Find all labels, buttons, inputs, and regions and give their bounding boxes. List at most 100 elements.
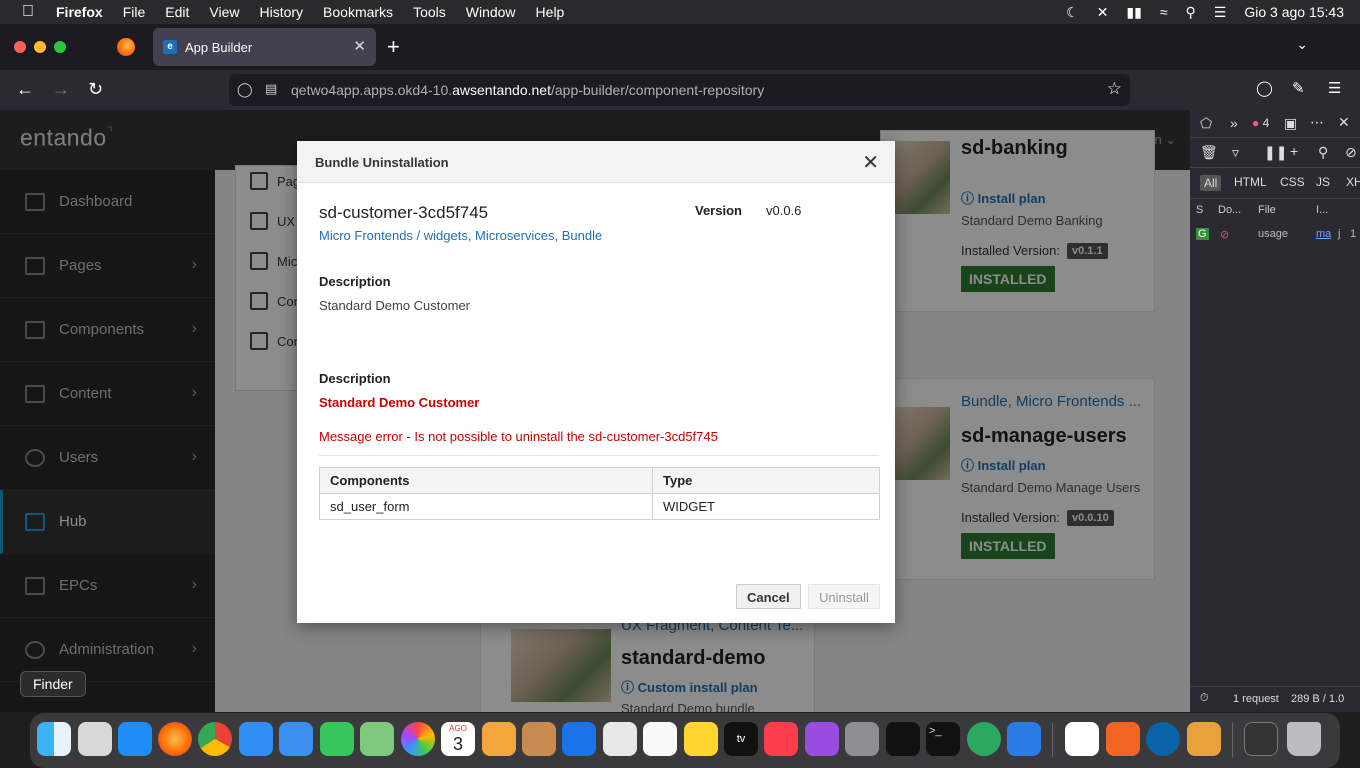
filter-icon[interactable]: ▿: [1232, 144, 1239, 161]
atom-icon[interactable]: [967, 722, 1001, 756]
uninstall-button[interactable]: Uninstall: [808, 584, 880, 609]
hamburger-menu-icon[interactable]: ☰: [1328, 79, 1341, 97]
calculator-icon[interactable]: [482, 722, 516, 756]
menu-view[interactable]: View: [209, 4, 239, 20]
menu-history[interactable]: History: [259, 4, 303, 20]
wifi-icon[interactable]: ≈: [1160, 4, 1168, 20]
quicktime-icon[interactable]: [1146, 722, 1180, 756]
firefox-view-icon[interactable]: [117, 38, 135, 56]
menu-tools[interactable]: Tools: [413, 4, 446, 20]
terminal-icon[interactable]: >_: [926, 722, 960, 756]
extensions-icon[interactable]: ✎: [1292, 79, 1305, 97]
error-count-icon[interactable]: ● 4: [1252, 116, 1269, 130]
apple-tv-icon[interactable]: tv: [724, 722, 758, 756]
table-row: sd_user_form WIDGET: [319, 493, 880, 520]
textedit-icon[interactable]: [603, 722, 637, 756]
notes-icon[interactable]: [684, 722, 718, 756]
block-icon[interactable]: ⊘: [1345, 144, 1357, 161]
podcasts-icon[interactable]: [805, 722, 839, 756]
firefox-icon[interactable]: [158, 722, 192, 756]
column-header-file[interactable]: File: [1258, 204, 1276, 216]
close-devtools-icon[interactable]: ✕: [1338, 114, 1350, 131]
new-tab-button[interactable]: +: [387, 34, 400, 60]
cancel-button[interactable]: Cancel: [736, 584, 801, 609]
back-icon[interactable]: ←: [16, 79, 34, 100]
dock-separator: [1232, 723, 1233, 757]
menu-bookmarks[interactable]: Bookmarks: [323, 4, 393, 20]
menu-file[interactable]: File: [123, 4, 146, 20]
slack-icon[interactable]: [1065, 722, 1099, 756]
description-label: Description: [319, 274, 391, 289]
column-header-domain[interactable]: Do...: [1218, 204, 1241, 216]
wine-icon[interactable]: [1187, 722, 1221, 756]
app-store-icon[interactable]: [118, 722, 152, 756]
tab-app-builder[interactable]: e App Builder ✕: [153, 28, 376, 66]
close-tab-icon[interactable]: ✕: [353, 37, 366, 55]
control-center-icon[interactable]: ☰: [1214, 4, 1227, 21]
devtools-menu-icon[interactable]: ⋯: [1310, 114, 1324, 131]
trash-icon[interactable]: 🗑: [1200, 144, 1218, 161]
mail-icon[interactable]: [279, 722, 313, 756]
close-icon[interactable]: ✕: [862, 150, 879, 175]
url-host: awsentando.net: [452, 82, 551, 98]
thunderbird-icon[interactable]: [562, 722, 596, 756]
launchpad-icon[interactable]: [78, 722, 112, 756]
system-preferences-icon[interactable]: [845, 722, 879, 756]
pencil-app-icon[interactable]: [1106, 722, 1140, 756]
chevron-down-icon[interactable]: ⌄: [1296, 36, 1308, 53]
maps-icon[interactable]: [360, 722, 394, 756]
battery-icon[interactable]: ▮▮: [1126, 4, 1141, 21]
minimized-window-icon[interactable]: [1244, 722, 1278, 756]
safari-icon[interactable]: [239, 722, 273, 756]
filter-tab-xhr[interactable]: XH: [1346, 175, 1360, 189]
request-count: 1 request: [1233, 693, 1279, 705]
calendar-day: 3: [452, 734, 463, 754]
filter-tab-all[interactable]: All: [1200, 175, 1222, 191]
menu-firefox[interactable]: Firefox: [56, 4, 103, 20]
reload-icon[interactable]: ↻: [88, 79, 103, 100]
chrome-icon[interactable]: [198, 722, 232, 756]
menu-edit[interactable]: Edit: [165, 4, 189, 20]
request-initiator-link[interactable]: ma: [1316, 228, 1331, 240]
filter-tab-css[interactable]: CSS: [1280, 175, 1305, 189]
finder-icon[interactable]: [37, 722, 71, 756]
music-icon[interactable]: [764, 722, 798, 756]
more-tools-icon[interactable]: »: [1230, 115, 1238, 131]
search-icon[interactable]: ⚲: [1318, 144, 1328, 161]
dock-side-icon[interactable]: ▣: [1284, 115, 1297, 132]
messages-icon[interactable]: [320, 722, 354, 756]
lock-icon[interactable]: ▤: [265, 81, 277, 97]
minimize-window-button[interactable]: [34, 41, 46, 53]
version-value: v0.0.6: [766, 203, 802, 218]
pocket-icon[interactable]: ◯: [1256, 79, 1273, 97]
xcode-icon[interactable]: [1007, 722, 1041, 756]
menu-help[interactable]: Help: [536, 4, 565, 20]
menu-window[interactable]: Window: [466, 4, 516, 20]
spotlight-search-icon[interactable]: ⚲: [1186, 4, 1196, 21]
slash-icon[interactable]: ✕: [1097, 4, 1109, 21]
bookmark-star-icon[interactable]: ☆: [1107, 79, 1122, 99]
url-bar[interactable]: ◯ ▤ qetwo4app.apps.okd4-10. awsentando.ne…: [229, 74, 1130, 106]
photos-icon[interactable]: [401, 722, 435, 756]
zoom-window-button[interactable]: [54, 41, 66, 53]
close-window-button[interactable]: [14, 41, 26, 53]
request-status-cell[interactable]: G: [1196, 228, 1209, 240]
element-picker-icon[interactable]: ⬠: [1200, 115, 1212, 132]
shield-icon[interactable]: ◯: [237, 81, 253, 98]
apple-icon[interactable]: : [0, 3, 56, 21]
add-icon[interactable]: +: [1290, 143, 1298, 159]
forward-icon[interactable]: →: [52, 79, 70, 100]
contacts-icon[interactable]: [522, 722, 556, 756]
activity-monitor-icon[interactable]: [886, 722, 920, 756]
column-header-initiator[interactable]: I...: [1316, 204, 1328, 216]
moon-icon[interactable]: ☾: [1066, 4, 1079, 21]
trash-bin-icon[interactable]: [1287, 722, 1321, 756]
menubar-clock[interactable]: Gio 3 ago 15:43: [1244, 4, 1344, 20]
request-file-cell[interactable]: usage: [1258, 228, 1288, 240]
pause-icon[interactable]: ❚❚: [1264, 144, 1287, 161]
filter-tab-js[interactable]: JS: [1316, 175, 1330, 189]
reminders-icon[interactable]: [643, 722, 677, 756]
calendar-icon[interactable]: AGO 3: [441, 722, 475, 756]
filter-tab-html[interactable]: HTML: [1234, 175, 1267, 189]
column-header-status[interactable]: S: [1196, 204, 1203, 216]
